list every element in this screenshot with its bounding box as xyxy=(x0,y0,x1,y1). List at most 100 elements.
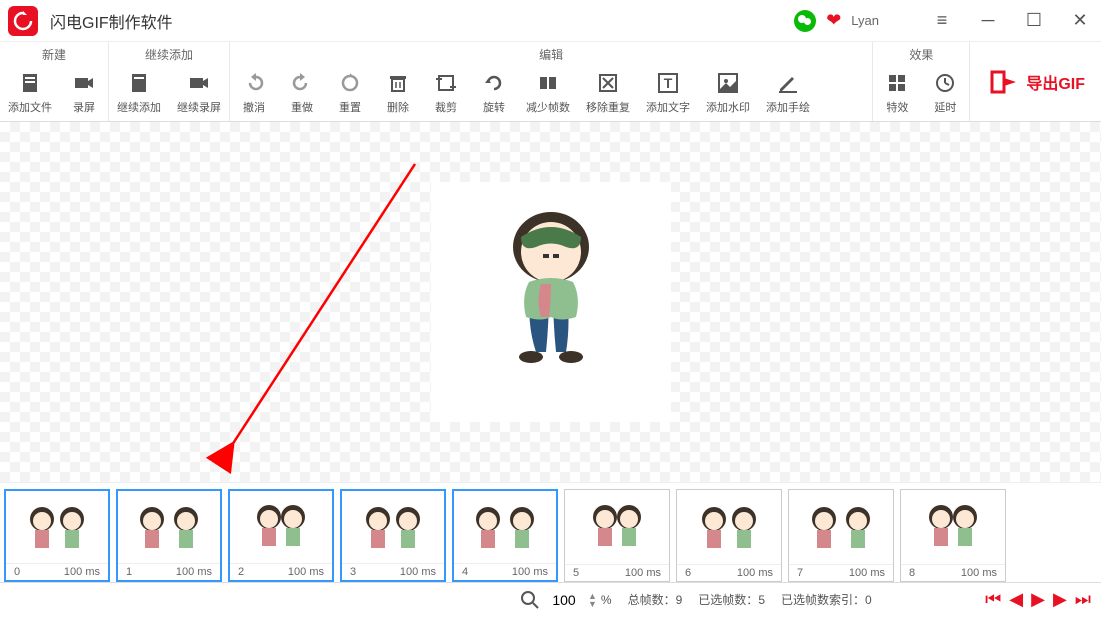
frame-thumbnail[interactable]: 1100 ms xyxy=(116,489,222,582)
record-more-button[interactable]: 继续录屏 xyxy=(169,65,229,121)
frame-thumbnail[interactable]: 8100 ms xyxy=(900,489,1006,582)
menu-button[interactable]: ≡ xyxy=(929,8,955,34)
rotate-icon xyxy=(480,69,508,97)
next-frame-button[interactable]: ▶ xyxy=(1053,589,1067,610)
frame-duration: 100 ms xyxy=(288,566,324,578)
last-frame-button[interactable]: ⏭ xyxy=(1075,589,1091,610)
selected-frames: 已选帧数：5 xyxy=(698,591,765,608)
heart-icon[interactable]: ❤ xyxy=(826,10,841,31)
frame-image xyxy=(677,490,781,564)
tool-label: 继续添加 xyxy=(117,99,161,115)
redo-button[interactable]: 重做 xyxy=(278,65,326,121)
prev-frame-button[interactable]: ◀ xyxy=(1009,589,1023,610)
frame-index: 1 xyxy=(126,566,132,578)
username[interactable]: Lyan xyxy=(851,13,879,28)
frame-image xyxy=(6,491,108,563)
export-label: 导出GIF xyxy=(1026,70,1085,94)
frame-image xyxy=(565,490,669,564)
add-file-button[interactable]: 添加文件 xyxy=(0,65,60,121)
frame-thumbnail[interactable]: 3100 ms xyxy=(340,489,446,582)
group-title-effect: 效果 xyxy=(873,42,969,65)
camera-icon xyxy=(70,69,98,97)
delete-button[interactable]: 删除 xyxy=(374,65,422,121)
frame-index: 7 xyxy=(797,567,803,579)
tool-label: 移除重复 xyxy=(586,99,630,115)
tool-label: 撤消 xyxy=(243,99,265,115)
frame-thumbnail[interactable]: 4 100 ms xyxy=(452,489,558,582)
special-effect-button[interactable]: 特效 xyxy=(873,65,921,121)
frame-thumbnail[interactable]: 7 100 ms xyxy=(788,489,894,582)
frame-duration: 100 ms xyxy=(512,566,548,578)
canvas-area[interactable] xyxy=(0,122,1101,482)
tool-label: 添加文件 xyxy=(8,99,52,115)
playback-controls: ⏮ ◀ ▶ ▶ ⏭ xyxy=(985,589,1091,610)
tool-label: 添加文字 xyxy=(646,99,690,115)
user-area: ❤ Lyan xyxy=(794,10,879,32)
frame-index: 0 xyxy=(14,566,20,578)
add-draw-button[interactable]: 添加手绘 xyxy=(758,65,818,121)
crop-icon xyxy=(432,69,460,97)
remove-dup-button[interactable]: 移除重复 xyxy=(578,65,638,121)
titlebar: 闪电GIF制作软件 ❤ Lyan ≡ ─ ☐ ✕ xyxy=(0,0,1101,42)
maximize-button[interactable]: ☐ xyxy=(1021,8,1047,34)
svg-text:T: T xyxy=(664,75,673,91)
frame-index: 4 xyxy=(462,566,468,578)
frame-index: 2 xyxy=(238,566,244,578)
frame-duration: 100 ms xyxy=(849,567,885,579)
reduce-frames-button[interactable]: 减少帧数 xyxy=(518,65,578,121)
wechat-icon[interactable] xyxy=(794,10,816,32)
tool-label: 删除 xyxy=(387,99,409,115)
add-more-button[interactable]: 继续添加 xyxy=(109,65,169,121)
tool-label: 继续录屏 xyxy=(177,99,221,115)
frame-index: 6 xyxy=(685,567,691,579)
remove-dup-icon xyxy=(594,69,622,97)
zoom-input[interactable] xyxy=(544,592,584,608)
frame-thumbnail[interactable]: 0100 ms xyxy=(4,489,110,582)
frame-image xyxy=(901,490,1005,564)
minimize-button[interactable]: ─ xyxy=(975,8,1001,34)
group-title-edit: 编辑 xyxy=(230,42,872,65)
frame-thumbnail[interactable]: 5100 ms xyxy=(564,489,670,582)
window-controls: ≡ ─ ☐ ✕ xyxy=(929,8,1093,34)
group-edit: 编辑 撤消 重做 重置 删除 裁剪 旋转 减少帧数 移除重复 T 添加文字 添加水… xyxy=(230,42,873,121)
rotate-button[interactable]: 旋转 xyxy=(470,65,518,121)
watermark-icon xyxy=(714,69,742,97)
undo-button[interactable]: 撤消 xyxy=(230,65,278,121)
pencil-icon xyxy=(774,69,802,97)
frames-icon xyxy=(534,69,562,97)
frame-image xyxy=(789,490,893,564)
reset-icon xyxy=(336,69,364,97)
delay-button[interactable]: 延时 xyxy=(921,65,969,121)
zoom-unit: % xyxy=(601,593,612,607)
tool-label: 添加手绘 xyxy=(766,99,810,115)
crop-button[interactable]: 裁剪 xyxy=(422,65,470,121)
tool-label: 特效 xyxy=(886,99,908,115)
zoom-stepper[interactable]: ▲▼ xyxy=(588,592,597,608)
tool-label: 减少帧数 xyxy=(526,99,570,115)
add-text-button[interactable]: T 添加文字 xyxy=(638,65,698,121)
app-logo xyxy=(8,6,38,36)
add-watermark-button[interactable]: 添加水印 xyxy=(698,65,758,121)
close-button[interactable]: ✕ xyxy=(1067,8,1093,34)
preview-frame xyxy=(431,182,671,422)
export-gif-button[interactable]: 导出GIF xyxy=(970,42,1101,121)
frame-image xyxy=(454,491,556,563)
record-button[interactable]: 录屏 xyxy=(60,65,108,121)
frame-duration: 100 ms xyxy=(737,567,773,579)
clock-icon xyxy=(931,69,959,97)
file-icon xyxy=(16,69,44,97)
toolbar: 新建 添加文件 录屏 继续添加 继续添加 继续录屏 编辑 xyxy=(0,42,1101,122)
grid-icon xyxy=(883,69,911,97)
export-icon xyxy=(986,64,1022,100)
play-button[interactable]: ▶ xyxy=(1031,589,1045,610)
total-frames: 总帧数：9 xyxy=(628,591,683,608)
group-append: 继续添加 继续添加 继续录屏 xyxy=(109,42,230,121)
tool-label: 旋转 xyxy=(483,99,505,115)
timeline[interactable]: 0100 ms1100 ms2100 ms3100 ms4100 ms5100 … xyxy=(0,482,1101,582)
reset-button[interactable]: 重置 xyxy=(326,65,374,121)
frame-thumbnail[interactable]: 6 100 ms xyxy=(676,489,782,582)
frame-thumbnail[interactable]: 2 100 ms xyxy=(228,489,334,582)
group-title-new: 新建 xyxy=(0,42,108,65)
first-frame-button[interactable]: ⏮ xyxy=(985,589,1001,610)
zoom-control[interactable]: ▲▼ % xyxy=(520,590,612,610)
